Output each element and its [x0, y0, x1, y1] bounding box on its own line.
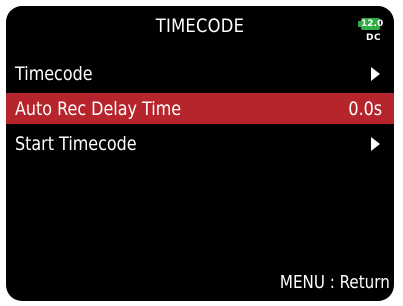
- screen-header: TIMECODE 12.0 DC: [6, 6, 394, 46]
- footer-hint: MENU : Return: [280, 272, 390, 293]
- power-source-label: DC: [366, 33, 382, 43]
- menu-item-label: Start Timecode: [15, 132, 137, 155]
- menu-list: Timecode Auto Rec Delay Time 0.0s Start …: [6, 58, 394, 163]
- chevron-right-icon: [371, 66, 380, 81]
- menu-item-label: Auto Rec Delay Time: [15, 97, 182, 120]
- chevron-right-icon: [371, 136, 380, 151]
- menu-item-value: 0.0s: [348, 97, 382, 120]
- battery-level: 12.0: [361, 18, 384, 30]
- battery-icon: 12.0: [358, 18, 384, 30]
- menu-item-label: Timecode: [15, 62, 93, 85]
- menu-item-timecode[interactable]: Timecode: [6, 58, 394, 89]
- menu-item-start-timecode[interactable]: Start Timecode: [6, 128, 394, 159]
- device-screen: TIMECODE 12.0 DC Timecode Auto Rec Delay…: [6, 6, 394, 301]
- menu-item-auto-rec-delay-time[interactable]: Auto Rec Delay Time 0.0s: [6, 93, 394, 124]
- screen-title: TIMECODE: [155, 15, 245, 37]
